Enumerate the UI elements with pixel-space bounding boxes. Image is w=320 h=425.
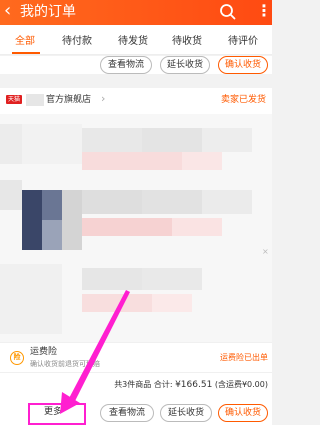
order-total: ¥166.51 xyxy=(175,380,213,390)
insurance-icon: 险 xyxy=(10,351,24,365)
extend-receipt-button[interactable]: 延长收货 xyxy=(160,56,210,74)
tab-all[interactable]: 全部 xyxy=(15,35,35,49)
tmall-logo: 天猫 xyxy=(6,95,22,104)
view-logistics-button[interactable]: 查看物流 xyxy=(100,56,152,74)
active-tab-indicator xyxy=(12,52,40,54)
page-title: 我的订单 xyxy=(20,4,76,20)
previous-order-actions: 查看物流 延长收货 确认收货 xyxy=(0,56,272,74)
top-bar: ‹ 我的订单 ⋮ xyxy=(0,0,272,25)
order-tabs: 全部 待付款 待发货 待收货 待评价 xyxy=(0,25,272,55)
shipping-fee: (含运费¥0.00) xyxy=(214,380,268,389)
order-card: 天猫 官方旗舰店 › 卖家已发货 × 险 运费险 确认收货前退货可理赔 运费险已… xyxy=(0,88,272,408)
order-status: 卖家已发货 xyxy=(220,95,266,105)
product-list-redacted[interactable]: × xyxy=(0,114,272,342)
item-count: 共3件商品 xyxy=(114,380,152,389)
extend-receipt-button[interactable]: 延长收货 xyxy=(160,404,212,422)
chevron-left-icon[interactable]: ‹ xyxy=(4,1,11,21)
store-name-redacted xyxy=(26,94,44,106)
annotation-highlight-box xyxy=(28,403,86,425)
tab-pending-review[interactable]: 待评价 xyxy=(228,35,258,49)
freight-insurance-row[interactable]: 险 运费险 确认收货前退货可理赔 运费险已出单 xyxy=(0,342,272,372)
order-summary: 共3件商品 合计: ¥166.51 (含运费¥0.00) xyxy=(0,372,272,396)
confirm-receipt-button[interactable]: 确认收货 xyxy=(218,404,268,422)
store-header[interactable]: 天猫 官方旗舰店 › 卖家已发货 xyxy=(0,88,272,112)
insurance-title: 运费险 xyxy=(30,347,58,357)
search-icon[interactable] xyxy=(218,2,238,22)
confirm-receipt-button[interactable]: 确认收货 xyxy=(218,56,268,74)
total-label: 合计: xyxy=(153,380,173,389)
more-vertical-icon[interactable]: ⋮ xyxy=(256,2,272,20)
insurance-status: 运费险已出单 xyxy=(220,353,268,362)
view-logistics-button[interactable]: 查看物流 xyxy=(100,404,154,422)
tab-pending-shipment[interactable]: 待发货 xyxy=(118,35,148,49)
tab-pending-payment[interactable]: 待付款 xyxy=(62,35,92,49)
chevron-right-icon: › xyxy=(101,92,106,105)
insurance-subtitle: 确认收货前退货可理赔 xyxy=(30,360,100,368)
close-icon: × xyxy=(262,247,269,256)
store-name: 官方旗舰店 xyxy=(46,95,92,105)
tab-pending-receipt[interactable]: 待收货 xyxy=(172,35,202,49)
